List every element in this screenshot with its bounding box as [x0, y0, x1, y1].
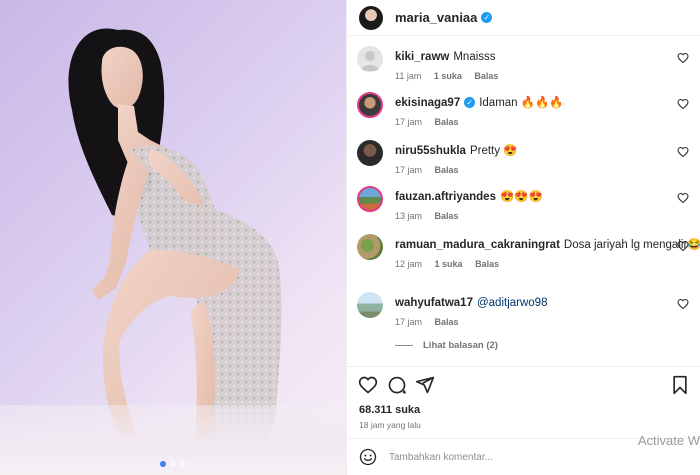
reply-button[interactable]: Balas [435, 165, 459, 175]
heart-icon[interactable] [358, 375, 378, 395]
comment-like-heart-icon[interactable] [677, 298, 689, 310]
comment-time: 13 jam [395, 211, 423, 221]
comment-list[interactable]: kiki_raww Mnaisss 11 jam 1 suka Balas eki… [347, 36, 700, 366]
emoji-icon[interactable] [359, 448, 377, 466]
activation-watermark: Activate W [637, 433, 700, 448]
comment-likes[interactable]: 1 suka [435, 259, 463, 269]
share-icon[interactable] [415, 375, 435, 395]
reply-button[interactable]: Balas [435, 317, 459, 327]
comment-username[interactable]: kiki_raww [395, 51, 449, 63]
likes-count[interactable]: 68.311 suka [359, 404, 420, 416]
post-timestamp: 18 jam yang lalu [359, 420, 421, 430]
comment-like-heart-icon[interactable] [677, 98, 689, 110]
comment-time: 12 jam [395, 259, 423, 269]
replies-divider [395, 345, 413, 346]
commenter-avatar[interactable] [357, 234, 383, 260]
fashion-photo [0, 28, 346, 475]
comment-time: 17 jam [395, 317, 423, 327]
reply-button[interactable]: Balas [475, 259, 499, 269]
comment-body: Pretty 😍 [469, 145, 518, 157]
comment-body: 😍😍😍 [499, 191, 543, 203]
comment-body: Mnaisss [453, 51, 496, 63]
comment-text-line: ramuan_madura_cakraningrat Dosa jariyah l… [395, 238, 700, 252]
comment-username[interactable]: fauzan.aftriyandes [395, 191, 496, 203]
comment-meta: 17 jam Balas [395, 165, 469, 175]
commenter-avatar[interactable] [357, 140, 383, 166]
comment-username[interactable]: ramuan_madura_cakraningrat [395, 239, 560, 251]
comment-input[interactable]: Tambahkan komentar... [389, 452, 493, 463]
comment-icon[interactable] [387, 375, 407, 395]
comment-like-heart-icon[interactable] [677, 192, 689, 204]
carousel-dot-active [160, 461, 166, 467]
action-bar [347, 366, 700, 402]
comment-username[interactable]: niru55shukla [395, 145, 466, 157]
comment-username[interactable]: wahyufatwa17 [395, 297, 473, 309]
comment-meta: 12 jam 1 suka Balas [395, 259, 509, 269]
comment-meta: 17 jam Balas [395, 317, 469, 327]
comment-text-line: kiki_raww Mnaisss [395, 50, 496, 64]
commenter-avatar[interactable] [357, 186, 383, 212]
verified-badge-icon: ✓ [464, 97, 476, 109]
comment-mention[interactable]: @aditjarwo98 [477, 297, 548, 309]
reply-button[interactable]: Balas [435, 211, 459, 221]
view-replies-label: Lihat balasan (2) [423, 340, 498, 351]
comment-meta: 17 jam Balas [395, 117, 469, 127]
reply-button[interactable]: Balas [435, 117, 459, 127]
comment-meta: 11 jam 1 suka Balas [395, 71, 508, 81]
author-avatar[interactable] [359, 5, 383, 30]
bookmark-icon[interactable] [670, 375, 690, 395]
comment-text-line: wahyufatwa17 @aditjarwo98 [395, 296, 547, 310]
comment-like-heart-icon[interactable] [677, 52, 689, 64]
view-replies-button[interactable]: Lihat balasan (2) [395, 340, 498, 351]
comment-likes[interactable]: 1 suka [434, 71, 462, 81]
commenter-avatar[interactable] [357, 92, 383, 118]
comment-body: Idaman 🔥🔥🔥 [479, 97, 564, 109]
comment-time: 17 jam [395, 165, 423, 175]
comment-like-heart-icon[interactable] [677, 146, 689, 158]
comment-time: 17 jam [395, 117, 423, 127]
default-avatar-icon[interactable] [357, 46, 383, 72]
comment-time: 11 jam [395, 71, 422, 81]
comment-username[interactable]: ekisinaga97 [395, 97, 460, 109]
comment-text-line: ekisinaga97 ✓ Idaman 🔥🔥🔥 [395, 96, 564, 110]
post-panel: maria_vaniaa ✓ kiki_raww Mnaisss 11 jam 1… [346, 0, 700, 475]
verified-badge-icon: ✓ [481, 12, 493, 23]
post-header: maria_vaniaa ✓ [347, 0, 700, 36]
carousel-dot [170, 461, 176, 467]
carousel-dot [180, 461, 186, 467]
comment-text-line: fauzan.aftriyandes 😍😍😍 [395, 190, 543, 204]
commenter-avatar[interactable] [357, 292, 383, 318]
author-username[interactable]: maria_vaniaa [395, 10, 477, 25]
comment-like-heart-icon[interactable] [677, 240, 689, 252]
comment-text-line: niru55shukla Pretty 😍 [395, 144, 518, 158]
post-image[interactable] [0, 0, 346, 475]
comment-meta: 13 jam Balas [395, 211, 469, 221]
carousel-indicator [0, 461, 346, 467]
reply-button[interactable]: Balas [474, 71, 498, 81]
